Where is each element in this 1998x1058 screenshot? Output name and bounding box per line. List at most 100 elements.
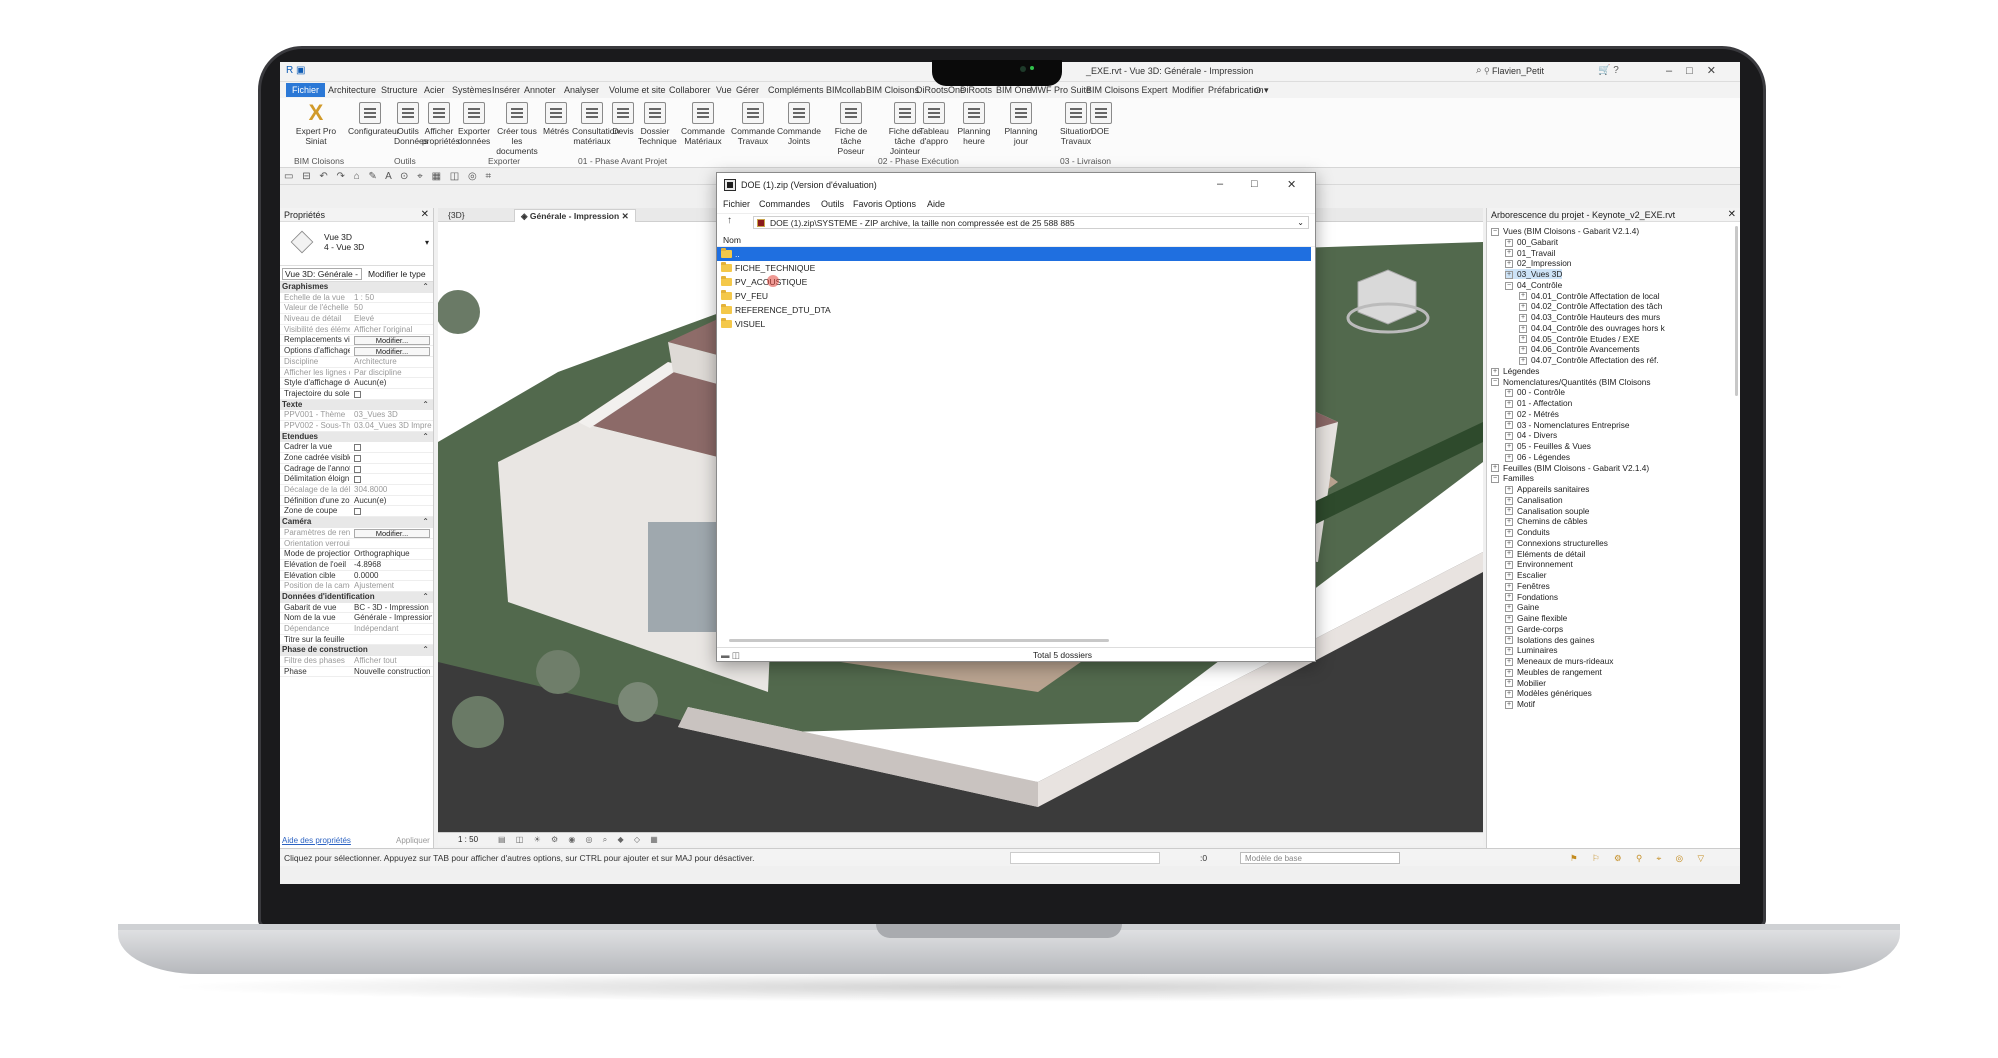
expand-icon[interactable]: + (1505, 561, 1513, 570)
property-value[interactable]: 1 : 50 (354, 293, 432, 303)
type-selector[interactable]: Vue 3D 4 - Vue 3D ▾ (280, 222, 433, 266)
filter-icons[interactable]: ⚑ ⚐ ⚙ ⚲ ⌖ ◎ ▽ (1570, 849, 1710, 867)
expand-icon[interactable]: + (1505, 249, 1513, 258)
property-value[interactable]: Ajustement (354, 581, 432, 591)
expand-icon[interactable]: + (1505, 496, 1513, 505)
browser-item[interactable]: +03 - Nomenclatures Entreprise (1505, 420, 1630, 430)
property-value[interactable]: Aucun(e) (354, 496, 432, 506)
expand-icon[interactable]: + (1519, 335, 1527, 344)
expand-icon[interactable]: + (1505, 260, 1513, 269)
property-row[interactable]: Echelle de la vue 1 : 50 (280, 293, 433, 304)
ribbon-button-5[interactable]: Créer tous les documents (494, 102, 540, 156)
property-value[interactable]: Par discipline (354, 368, 432, 378)
ribbon-button-7[interactable]: Consultation matériaux (572, 102, 619, 146)
property-checkbox[interactable] (354, 508, 361, 516)
modify-button[interactable]: Modifier... (354, 528, 430, 538)
property-row[interactable]: Zone de coupe (280, 506, 433, 518)
collapse-icon[interactable]: ⌃ (422, 432, 429, 443)
browser-item[interactable]: + Luminaires (1505, 645, 1558, 655)
property-row[interactable]: Filtre des phases Afficher tout (280, 656, 433, 667)
property-section-header[interactable]: Texte ⌃ (280, 399, 433, 411)
workset-field[interactable] (1010, 852, 1160, 864)
browser-item[interactable]: +04.07_Contrôle Affectation des réf. (1519, 355, 1659, 365)
dialog-menu-item[interactable]: Favoris (853, 199, 883, 209)
browser-item[interactable]: + Fondations (1505, 592, 1558, 602)
property-row[interactable]: Niveau de détail Elevé (280, 314, 433, 325)
browser-item[interactable]: +04 - Divers (1505, 430, 1557, 440)
expand-icon[interactable]: + (1505, 485, 1513, 494)
expand-icon[interactable]: + (1505, 647, 1513, 656)
expand-icon[interactable]: + (1505, 593, 1513, 602)
expand-icon[interactable]: + (1505, 636, 1513, 645)
collapse-icon[interactable]: ⌃ (422, 400, 429, 411)
expand-icon[interactable]: − (1505, 281, 1513, 290)
expand-icon[interactable]: + (1505, 432, 1513, 441)
browser-item[interactable]: +04.01_Contrôle Affectation de local (1519, 291, 1660, 301)
browser-scrollbar[interactable] (1735, 226, 1738, 396)
expand-icon[interactable]: + (1505, 614, 1513, 623)
ribbon-tab-9[interactable]: Collaborer (665, 84, 715, 96)
ribbon-button-4[interactable]: Exporter données (456, 102, 492, 146)
property-row[interactable]: Orientation verrouil... (280, 539, 433, 550)
browser-item[interactable]: + Canalisation souple (1505, 506, 1589, 516)
browser-item[interactable]: − Vues (BIM Cloisons - Gabarit V2.1.4) (1491, 226, 1639, 236)
expand-icon[interactable]: − (1491, 378, 1499, 387)
property-value[interactable]: -4.8968 (354, 560, 432, 570)
property-value[interactable]: 03_Vues 3D (354, 410, 432, 420)
ribbon-tab-0[interactable]: Fichier (286, 83, 326, 97)
browser-item[interactable]: + Mobilier (1505, 678, 1546, 688)
ribbon-button-10[interactable]: Commande Matériaux (680, 102, 726, 146)
expand-icon[interactable]: + (1505, 528, 1513, 537)
ribbon-tab-7[interactable]: Analyser (560, 84, 603, 96)
dialog-menu-item[interactable]: Fichier (723, 199, 750, 209)
expand-icon[interactable]: + (1505, 679, 1513, 688)
property-value[interactable]: BC - 3D - Impression (354, 603, 432, 613)
browser-item[interactable]: +00 - Contrôle (1505, 387, 1565, 397)
ribbon-tab-1[interactable]: Architecture (324, 84, 380, 96)
expand-icon[interactable]: + (1505, 238, 1513, 247)
expand-icon[interactable]: + (1505, 453, 1513, 462)
archive-path-field[interactable]: DOE (1).zip\SYSTEME - ZIP archive, la ta… (753, 216, 1309, 229)
property-row[interactable]: Phase Nouvelle construction (280, 667, 433, 678)
expand-icon[interactable]: + (1505, 550, 1513, 559)
property-section-header[interactable]: Données d'identification ⌃ (280, 591, 433, 603)
ribbon-tab-6[interactable]: Annoter (520, 84, 560, 96)
expand-icon[interactable]: + (1505, 518, 1513, 527)
property-checkbox[interactable] (354, 455, 361, 462)
property-value[interactable]: Afficher l'original (354, 325, 432, 335)
expand-icon[interactable]: + (1491, 464, 1499, 473)
expand-icon[interactable]: + (1505, 389, 1513, 398)
close-icon[interactable]: ✕ (1287, 178, 1296, 191)
browser-item[interactable]: +00_Gabarit (1505, 237, 1558, 247)
browser-item[interactable]: + Meubles de rangement (1505, 667, 1602, 677)
property-checkbox[interactable] (354, 390, 361, 398)
property-value[interactable]: Aucun(e) (354, 378, 432, 388)
chevron-down-icon[interactable]: ▾ (425, 238, 429, 247)
property-row[interactable]: Elévation cible 0.0000 (280, 571, 433, 582)
property-row[interactable]: Gabarit de vue BC - 3D - Impression (280, 603, 433, 614)
ribbon-overflow-icon[interactable]: ⊙ ▾ (1250, 84, 1273, 97)
property-row[interactable]: Options d'affichage... Modifier... (280, 346, 433, 357)
arrow-up-icon[interactable]: ↑ (727, 215, 732, 226)
property-section-header[interactable]: Caméra ⌃ (280, 517, 433, 528)
property-checkbox[interactable] (354, 476, 361, 484)
ribbon-button-19[interactable]: DOE (1090, 102, 1112, 136)
close-icon[interactable]: ✕ (421, 209, 429, 220)
ribbon-tab-5[interactable]: Insérer (488, 84, 524, 96)
property-value[interactable]: Nouvelle construction (354, 667, 432, 677)
property-row[interactable]: Dépendance Indépendant (280, 624, 433, 635)
view-control-icons[interactable]: ▤ ◫ ☀ ⚙ ◉ ◎ ⌕ ◆ ◇ ▦ (498, 833, 662, 847)
expand-icon[interactable]: + (1505, 270, 1513, 279)
ribbon-button-18[interactable]: Situation Travaux (1060, 102, 1093, 146)
property-checkbox[interactable] (354, 444, 361, 452)
maximize-icon[interactable]: □ (1251, 178, 1258, 190)
dialog-menu-item[interactable]: Commandes (759, 199, 810, 209)
browser-item[interactable]: +01_Travail (1505, 248, 1555, 258)
property-value[interactable]: Indépendant (354, 624, 432, 634)
collapse-icon[interactable]: ⌃ (422, 592, 429, 603)
collapse-icon[interactable]: ⌃ (422, 645, 429, 656)
property-checkbox[interactable] (354, 465, 361, 473)
property-value[interactable]: Afficher tout (354, 656, 432, 666)
view-instance-select[interactable]: Vue 3D: Générale - Im (282, 268, 362, 280)
expand-icon[interactable]: + (1505, 582, 1513, 591)
